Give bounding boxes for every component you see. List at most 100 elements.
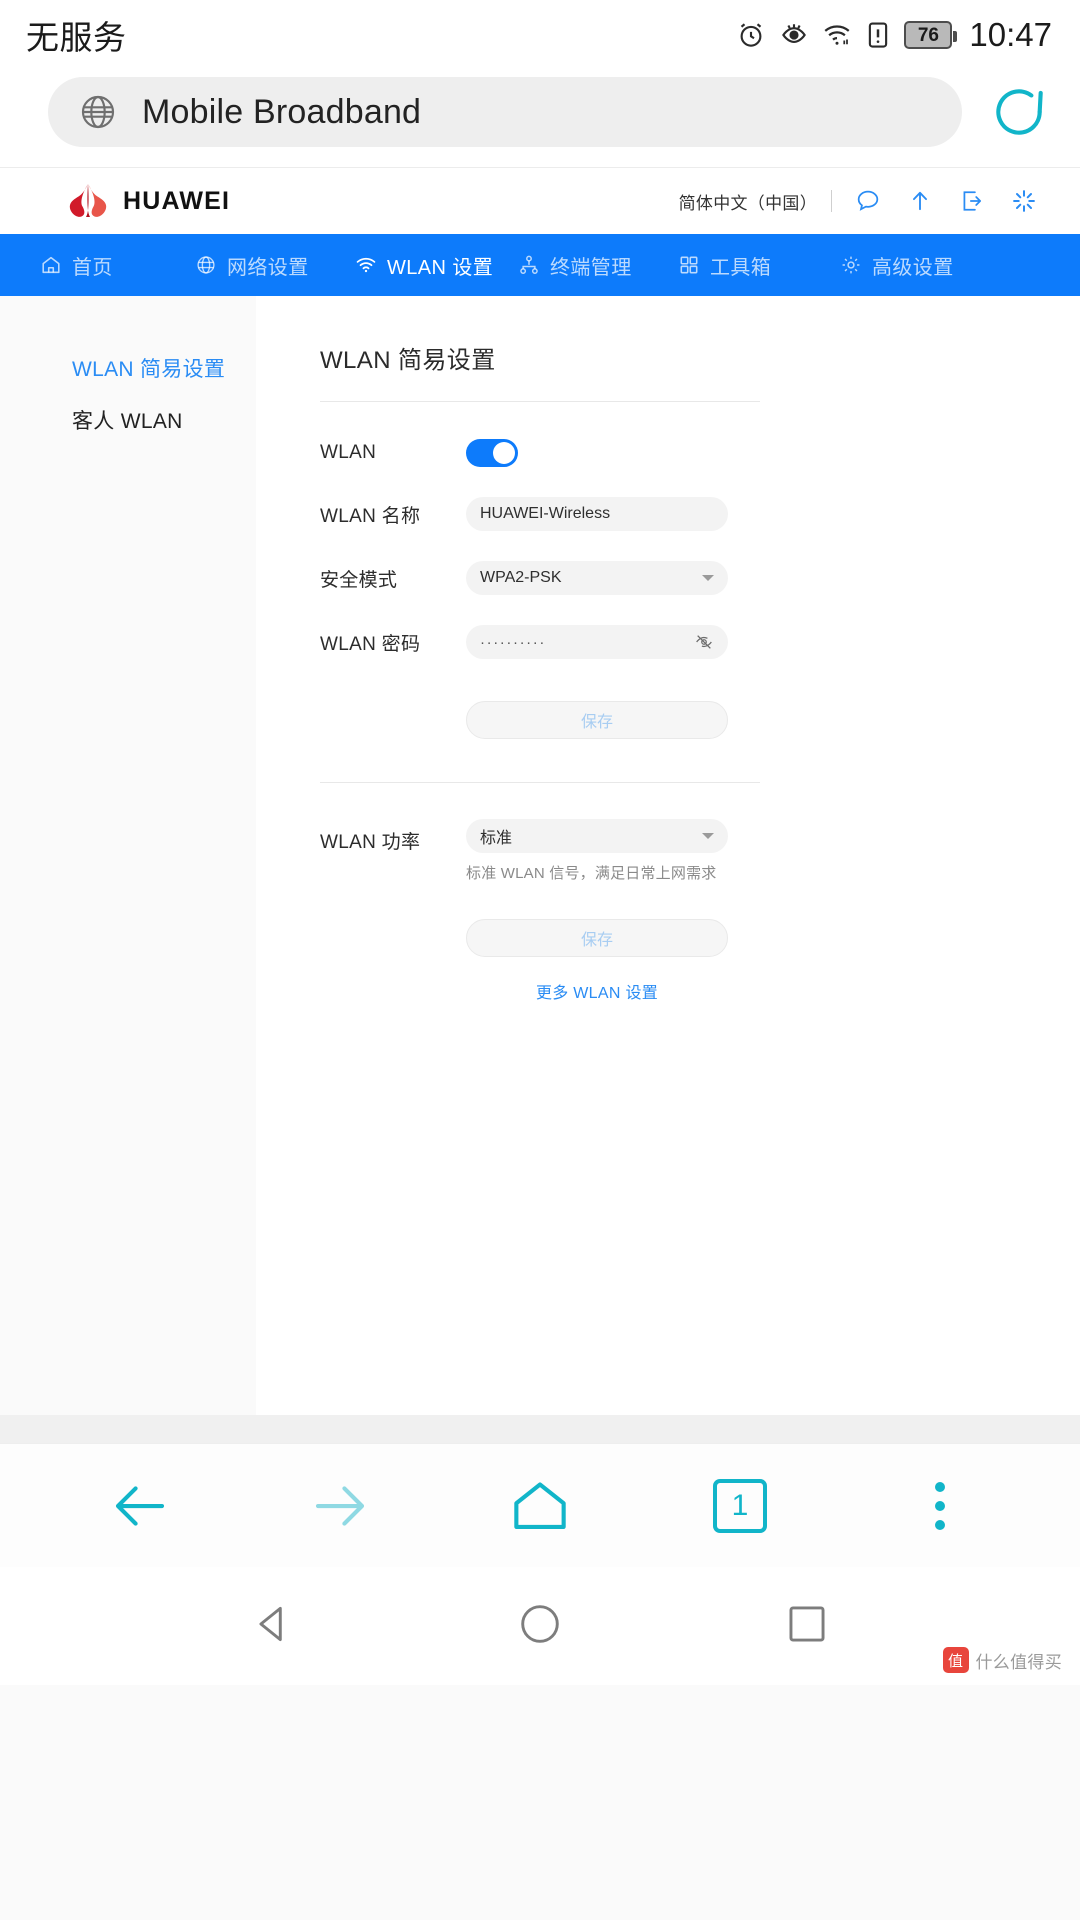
page-content: WLAN 简易设置 客人 WLAN WLAN 简易设置 WLAN WLAN 名称…	[0, 296, 1080, 1415]
browser-divider	[0, 154, 1080, 168]
save-row-1: 保存	[320, 701, 1080, 739]
devices-icon	[520, 255, 538, 274]
upload-arrow-icon[interactable]	[894, 181, 946, 221]
loading-icon[interactable]	[998, 181, 1050, 221]
clock-label: 10:47	[969, 16, 1052, 53]
android-home-button[interactable]	[515, 1599, 565, 1654]
nav-item-toolbox[interactable]: 工具箱	[678, 234, 840, 296]
battery-percent: 76	[917, 24, 939, 46]
url-title: Mobile Broadband	[142, 92, 422, 131]
wlan-password-value: ··········	[480, 633, 546, 651]
grid-icon	[680, 256, 698, 274]
router-header: HUAWEI 简体中文（中国）	[0, 168, 1080, 234]
header-divider	[831, 190, 832, 212]
watermark-badge: 值	[942, 1647, 969, 1673]
carrier-label: 无服务	[26, 19, 127, 56]
security-mode-select[interactable]: WPA2-PSK	[466, 561, 728, 595]
nav-item-network[interactable]: 网络设置	[195, 234, 355, 296]
android-nav-bar: 值 什么值得买	[0, 1567, 1080, 1685]
home-icon	[514, 1481, 566, 1529]
nav-item-devices[interactable]: 终端管理	[518, 234, 678, 296]
wlan-name-row: WLAN 名称 HUAWEI-Wireless	[320, 497, 1080, 531]
language-label[interactable]: 简体中文（中国）	[679, 189, 817, 214]
security-mode-row: 安全模式 WPA2-PSK	[320, 561, 1080, 595]
tab-switcher-button[interactable]: 1	[685, 1458, 795, 1554]
wlan-toggle[interactable]	[466, 439, 518, 467]
nav-label: WLAN 设置	[387, 256, 494, 279]
sidebar-item-label: WLAN 简易设置	[72, 358, 226, 381]
wlan-power-label: WLAN 功率	[320, 832, 421, 853]
nav-label: 工具箱	[710, 256, 772, 279]
nav-item-advanced[interactable]: 高级设置	[840, 234, 990, 296]
sidebar-item-guest-wlan[interactable]: 客人 WLAN	[0, 394, 256, 446]
watermark: 值 什么值得买	[942, 1647, 1063, 1673]
android-back-button[interactable]	[248, 1599, 298, 1654]
section-divider	[320, 782, 760, 783]
more-vertical-icon	[935, 1481, 945, 1530]
sidebar-item-wlan-basic[interactable]: WLAN 简易设置	[0, 342, 256, 394]
circle-home-icon	[521, 1604, 559, 1643]
eye-off-icon[interactable]	[694, 632, 714, 652]
back-arrow-icon	[115, 1485, 165, 1526]
security-mode-label: 安全模式	[320, 569, 398, 591]
wlan-name-label: WLAN 名称	[320, 505, 421, 527]
sidebar: WLAN 简易设置 客人 WLAN	[0, 296, 256, 1415]
triangle-back-icon	[259, 1606, 283, 1641]
wlan-password-input[interactable]: ··········	[466, 625, 728, 659]
home-button[interactable]	[485, 1458, 595, 1554]
square-recents-icon	[789, 1606, 825, 1641]
back-button[interactable]	[85, 1458, 195, 1554]
gear-icon	[842, 256, 860, 274]
logout-icon[interactable]	[946, 181, 998, 221]
menu-button[interactable]	[885, 1458, 995, 1554]
wlan-power-row: WLAN 功率 标准 标准 WLAN 信号，满足日常上网需求	[320, 819, 1080, 883]
nav-label: 终端管理	[550, 256, 632, 279]
nav-label: 网络设置	[227, 256, 309, 279]
watermark-text: 什么值得买	[975, 1652, 1062, 1672]
wifi-icon	[824, 25, 850, 45]
nav-item-wlan[interactable]: WLAN 设置	[355, 234, 518, 296]
wlan-name-input[interactable]: HUAWEI-Wireless	[466, 497, 728, 531]
wlan-name-value: HUAWEI-Wireless	[480, 505, 611, 522]
nav-label: 首页	[72, 256, 113, 279]
forward-button[interactable]	[285, 1458, 395, 1554]
wlan-toggle-label: WLAN	[320, 442, 377, 463]
browser-toolbar: 1	[0, 1443, 1080, 1567]
wifi-icon	[356, 257, 376, 273]
save-button-power[interactable]: 保存	[466, 919, 728, 957]
more-wlan-settings-link[interactable]: 更多 WLAN 设置	[466, 979, 728, 1003]
sim-alert-icon	[869, 22, 888, 48]
page-title: WLAN 简易设置	[320, 347, 496, 374]
alarm-icon	[740, 23, 762, 47]
tab-count: 1	[713, 1478, 767, 1533]
toolbar-gap	[0, 1415, 1080, 1443]
eye-icon	[782, 24, 807, 43]
phone-screen: 无服务 76 10:47 Mobile Broadband HUAWEI 简体中…	[0, 0, 1080, 1920]
header-actions: 简体中文（中国）	[679, 181, 1050, 221]
sidebar-item-label: 客人 WLAN	[72, 410, 183, 433]
wlan-password-row: WLAN 密码 ··········	[320, 625, 1080, 659]
chat-icon[interactable]	[842, 181, 894, 221]
main-nav: 首页 网络设置 WLAN 设置 终端管理 工具箱 高级设置	[0, 234, 1080, 296]
wlan-power-hint: 标准 WLAN 信号，满足日常上网需求	[466, 865, 717, 882]
chevron-down-icon	[702, 575, 714, 581]
chevron-down-icon	[702, 833, 714, 839]
huawei-flower-icon	[69, 184, 107, 217]
toggle-knob	[493, 442, 515, 464]
main-panel: WLAN 简易设置 WLAN WLAN 名称 HUAWEI-Wireless 安…	[256, 296, 1080, 1415]
security-mode-value: WPA2-PSK	[480, 569, 562, 586]
nav-item-home[interactable]: 首页	[40, 234, 195, 296]
reload-icon[interactable]	[988, 81, 1050, 143]
android-recents-button[interactable]	[782, 1599, 832, 1654]
browser-url-bar: Mobile Broadband	[0, 70, 1080, 154]
wlan-toggle-row: WLAN	[320, 439, 1080, 467]
globe-icon	[197, 256, 215, 274]
wlan-password-label: WLAN 密码	[320, 633, 421, 655]
globe-icon	[81, 95, 115, 129]
url-input[interactable]: Mobile Broadband	[48, 77, 962, 147]
huawei-logo: HUAWEI	[66, 181, 230, 221]
save-row-2: 保存 更多 WLAN 设置	[320, 919, 1080, 1003]
save-button-wlan[interactable]: 保存	[466, 701, 728, 739]
wlan-power-value: 标准	[480, 830, 513, 847]
wlan-power-select[interactable]: 标准	[466, 819, 728, 853]
